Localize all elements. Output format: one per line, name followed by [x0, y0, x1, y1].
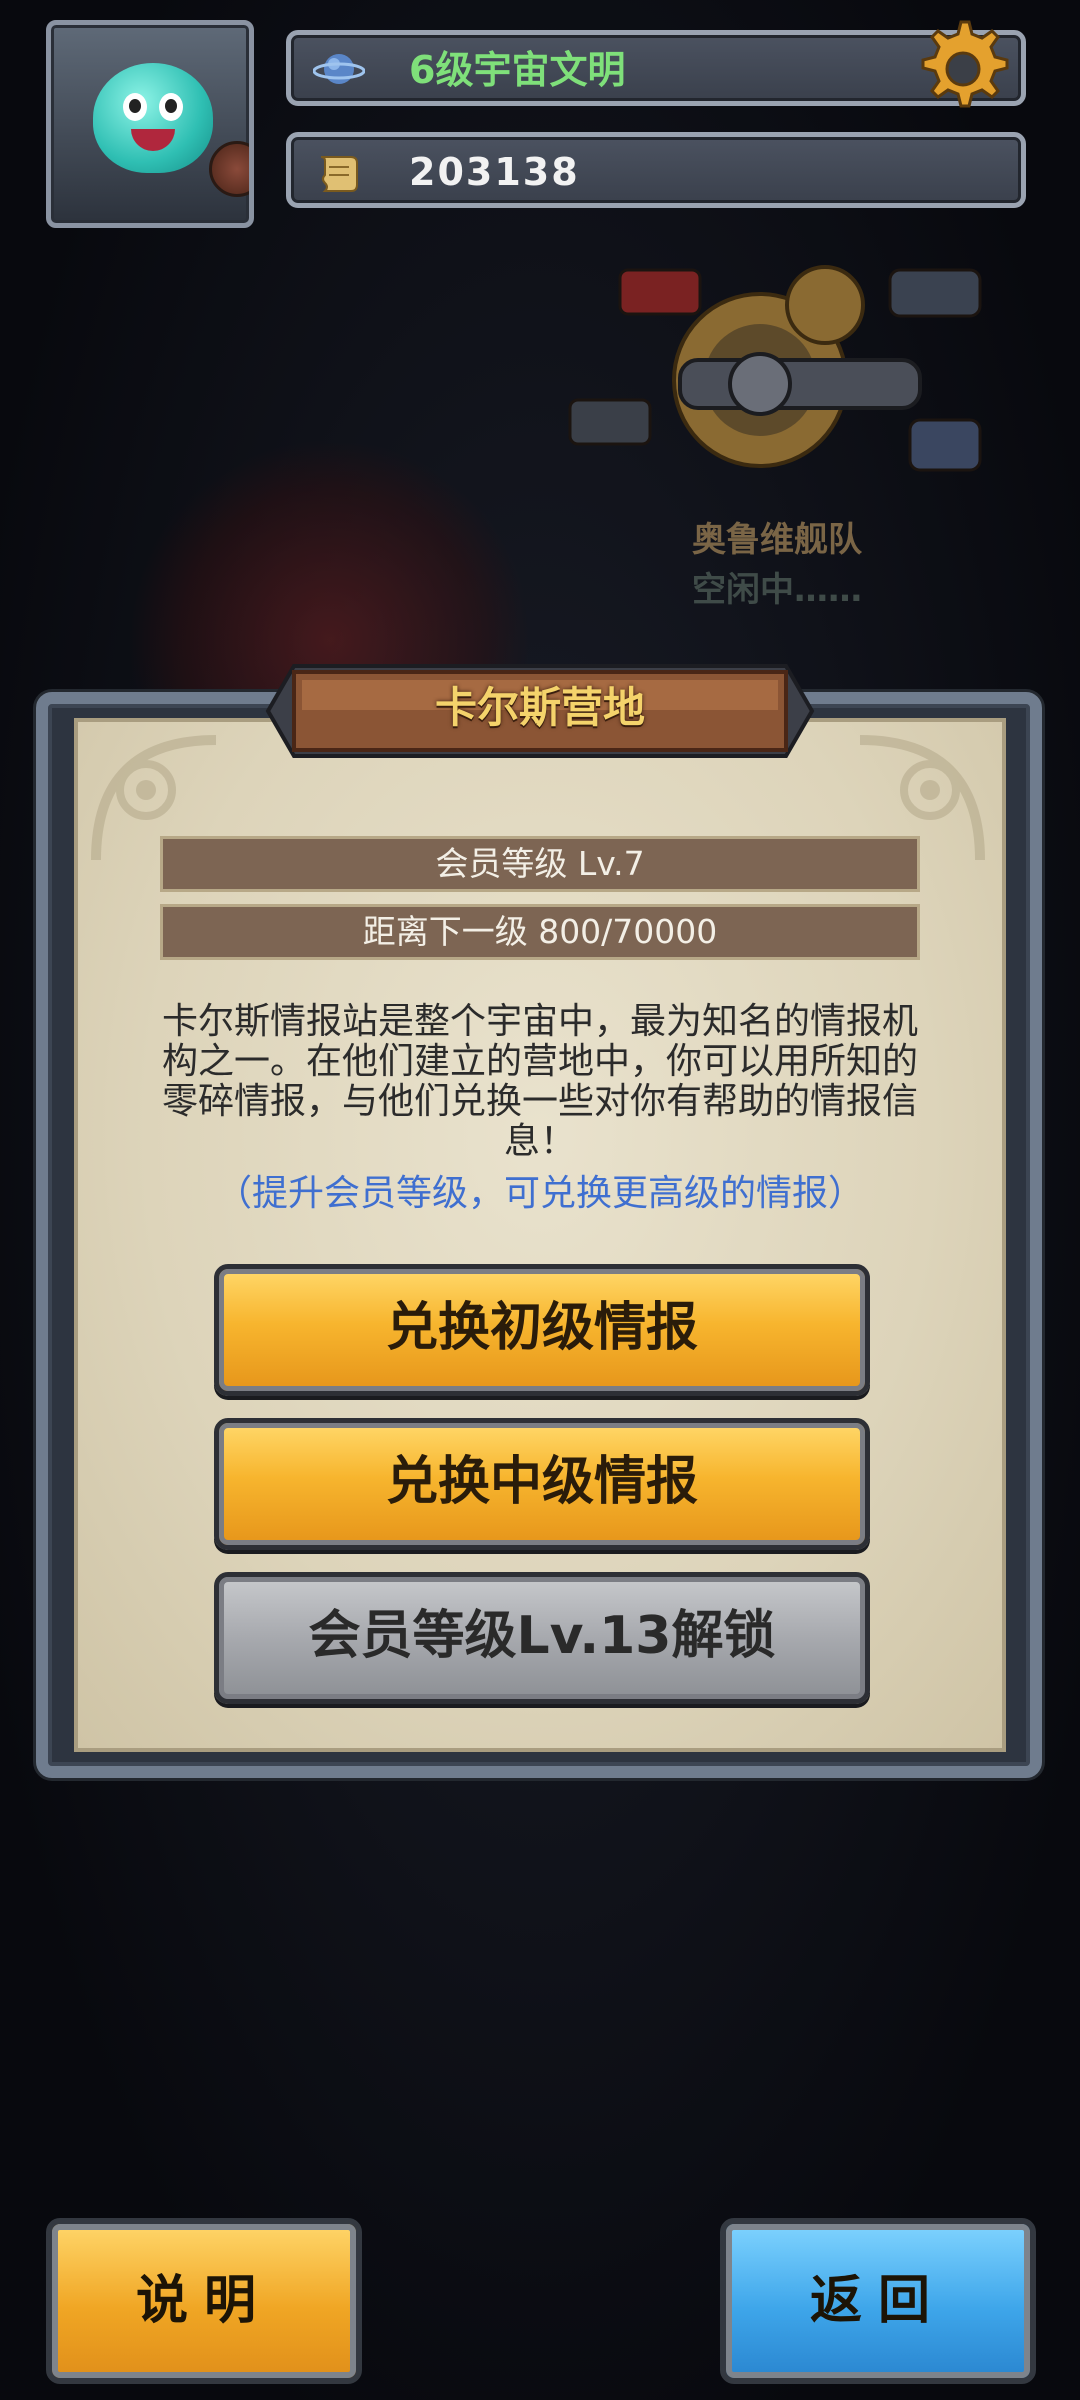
next-level-progress: 距离下一级 800/70000 [160, 904, 920, 960]
fleet-name: 奥鲁维舰队 [692, 520, 862, 560]
upgrade-hint: （提升会员等级，可兑换更高级的情报） [215, 1173, 864, 1214]
slime-avatar-icon [93, 63, 213, 173]
planet-icon [313, 54, 365, 84]
exchange-intermediate-intel-label: 兑换中级情报 [385, 1452, 698, 1512]
help-button[interactable]: 说明 [46, 2218, 362, 2384]
back-button-label: 返回 [809, 2271, 946, 2331]
gear-icon[interactable] [906, 14, 1016, 124]
help-button-label: 说明 [135, 2271, 272, 2331]
back-button[interactable]: 返回 [720, 2218, 1036, 2384]
locked-advanced-intel-button[interactable]: 会员等级Lv.13解锁 [214, 1572, 870, 1704]
player-avatar[interactable] [46, 20, 254, 228]
fleet-ship-icon[interactable] [560, 250, 1010, 510]
intel-count-bar: 203138 [286, 132, 1026, 208]
camp-title: 卡尔斯营地 [434, 683, 645, 732]
civilization-level-text: 6级宇宙文明 [409, 48, 626, 92]
camp-description: 卡尔斯情报站是整个宇宙中，最为知名的情报机构之一。在他们建立的营地中，你可以用所… [161, 1001, 918, 1162]
fleet-status: 空闲中…… [692, 570, 862, 610]
shield-icon [209, 141, 249, 197]
exchange-basic-intel-button[interactable]: 兑换初级情报 [214, 1264, 870, 1396]
member-level: 会员等级 Lv.7 [160, 836, 920, 892]
scroll-icon [320, 156, 358, 192]
exchange-intermediate-intel-button[interactable]: 兑换中级情报 [214, 1418, 870, 1550]
locked-advanced-intel-label: 会员等级Lv.13解锁 [308, 1606, 776, 1666]
exchange-basic-intel-label: 兑换初级情报 [385, 1298, 698, 1358]
intel-count-text: 203138 [409, 150, 580, 194]
